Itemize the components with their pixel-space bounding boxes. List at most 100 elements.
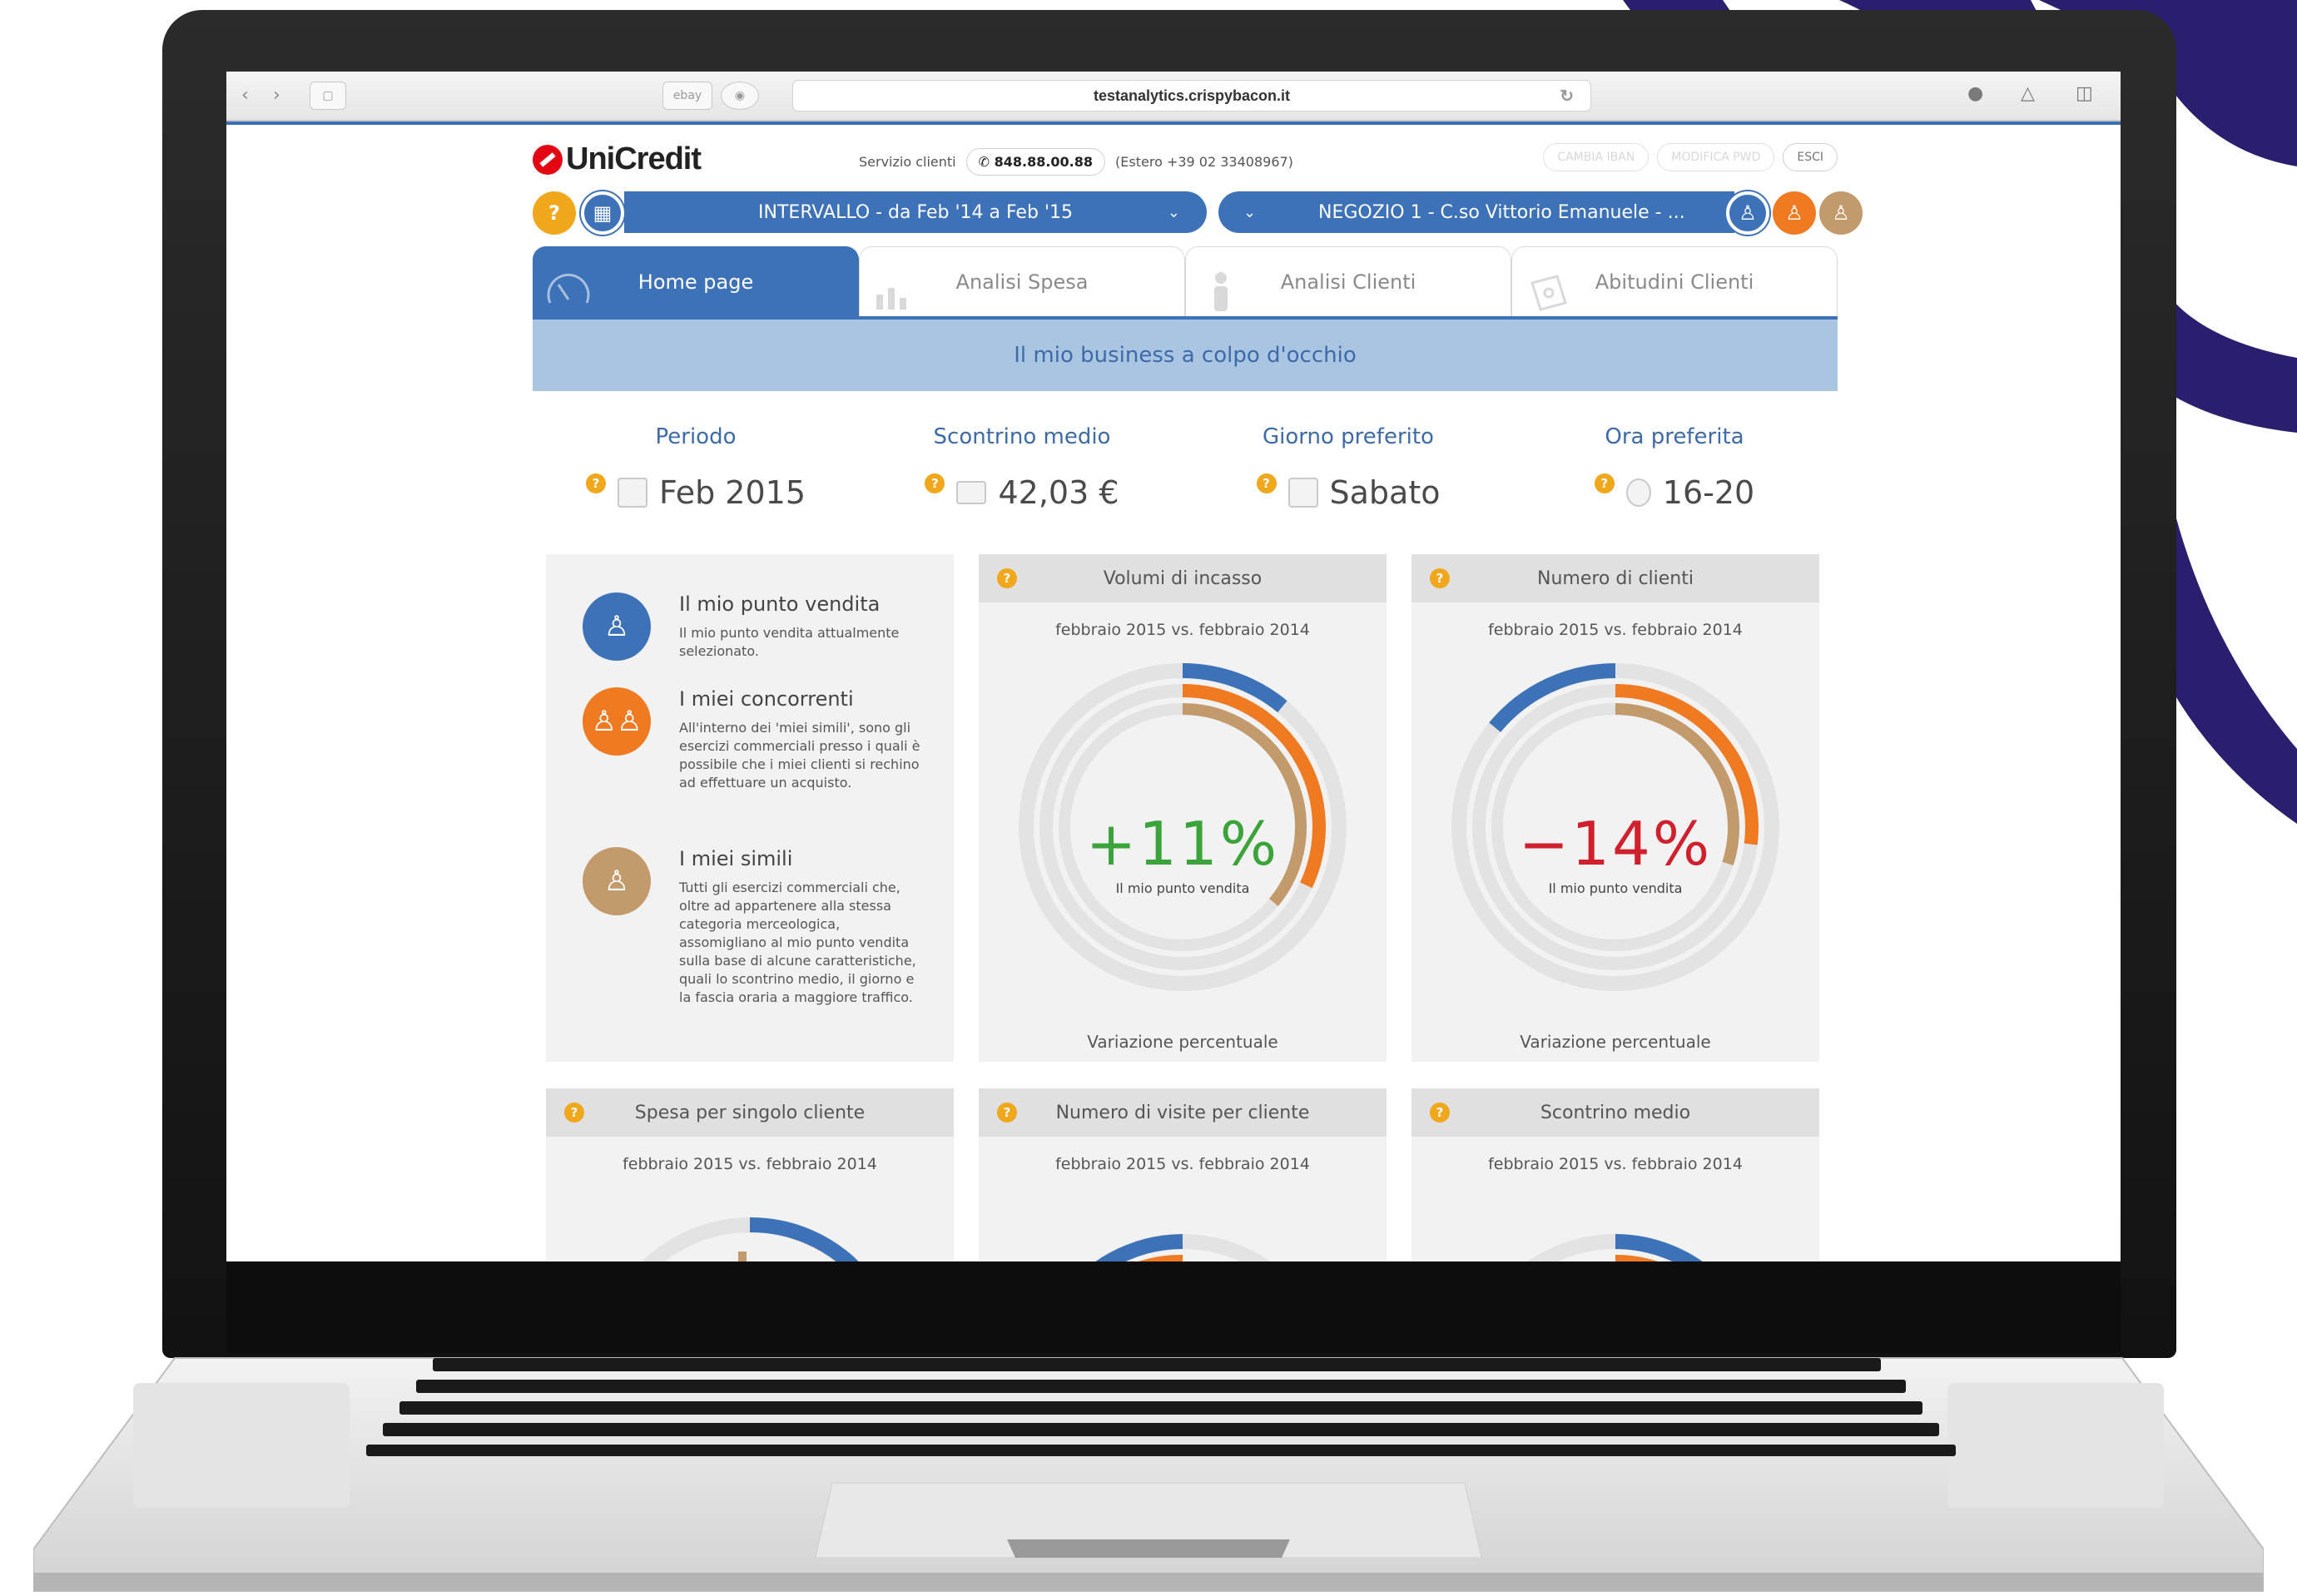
help-icon[interactable]: ? [997,568,1017,588]
help-icon[interactable]: ? [1430,1103,1450,1123]
kpi-row: Periodo ? Feb 2015 Scontrino medio ? 42,… [533,424,1838,511]
group-icon: ♙ [583,847,651,915]
chevron-down-icon: ⌄ [1167,203,1180,221]
customer-service: Servizio clienti ✆ 848.88.00.88 (Estero … [859,148,1293,176]
dashboard: UniCredit Servizio clienti ✆ 848.88.00.8… [533,133,1863,1261]
kpi-value: ? 16-20 [1511,473,1838,511]
download-icon[interactable]: ● [1967,83,1983,104]
interval-dropdown[interactable]: INTERVALLO - da Feb '14 a Feb '15 ⌄ [624,191,1207,233]
kpi-scontrino-medio: Scontrino medio ? 42,03 € [859,424,1185,511]
card-title: Spesa per singolo cliente [634,1102,866,1123]
logo-text: UniCredit [566,141,702,176]
help-icon[interactable]: ? [1256,473,1277,493]
card-title: Numero di visite per cliente [1055,1102,1310,1123]
key-row [366,1445,1956,1456]
card-header: ? Spesa per singolo cliente [546,1088,954,1137]
tab-home-page[interactable]: Home page [533,246,859,316]
bookmark-ebay[interactable]: ebay [662,82,712,110]
kpi-label: Giorno preferito [1263,424,1434,449]
address-bar[interactable]: testanalytics.crispybacon.it ↻ [792,80,1591,112]
legend-text: Tutti gli esercizi commerciali che, oltr… [679,880,916,1005]
tab-label: Abitudini Clienti [1595,270,1754,294]
my-store-toggle-icon[interactable]: ♙ [1726,191,1769,235]
sidebar-icon[interactable]: ▢ [310,82,346,110]
card-icon [956,481,987,504]
header-actions: CAMBIA IBAN MODIFICA PWD ESCI [1543,143,1838,171]
back-icon[interactable]: ‹ [241,85,249,106]
competitors-toggle-icon[interactable]: ♙ [1773,191,1816,235]
card-header: ? Volumi di incasso [979,554,1387,602]
phone-number: 848.88.00.88 [994,154,1094,170]
gauge-icon [547,273,590,304]
help-icon[interactable]: ? [925,473,945,493]
chevron-down-icon: ⌄ [1243,203,1257,221]
key-row [433,1358,1881,1371]
kpi-value: ? 42,03 € [859,473,1185,511]
laptop-chin [226,1261,2121,1353]
help-icon[interactable]: ? [1594,473,1615,493]
people-icon: ♙♙ [583,687,651,756]
kpi-value-text: Sabato [1329,474,1441,511]
card-title: Numero di clienti [1537,568,1694,589]
unicredit-logo[interactable]: UniCredit [533,141,702,177]
legend-card: ♙ Il mio punto vendita Il mio punto vend… [546,554,954,1062]
key-row [383,1423,1939,1436]
change-password-button[interactable]: MODIFICA PWD [1657,143,1775,171]
card-scontrino-medio: ? Scontrino medio febbraio 2015 vs. febb… [1411,1088,1819,1261]
store-dropdown[interactable]: ⌄ NEGOZIO 1 - C.so Vittorio Emanuele - .… [1218,191,1734,233]
service-label: Servizio clienti [859,154,956,170]
tab-analisi-spesa[interactable]: Analisi Spesa [859,246,1185,316]
calendar-icon[interactable]: ▦ [581,191,624,235]
card-footer: Variazione percentuale [1520,1032,1711,1052]
tab-bar: Home page Analisi Spesa Analisi Clienti … [533,246,1838,316]
clock-icon [1625,478,1651,507]
tabs-icon[interactable]: ◫ [2076,83,2093,104]
key-row [399,1401,1922,1415]
kpi-label: Periodo [655,424,737,449]
kpi-value-text: 16-20 [1662,474,1755,511]
filter-bar: ? ▦ INTERVALLO - da Feb '14 a Feb '15 ⌄ … [533,190,1863,241]
card-header: ? Scontrino medio [1411,1088,1819,1137]
similar-toggle-icon[interactable]: ♙ [1819,191,1863,235]
tab-abitudini-clienti[interactable]: Abitudini Clienti [1511,246,1838,316]
site-icon[interactable]: ◉ [721,82,759,110]
browser-window: ‹ › ▢ ebay ◉ testanalytics.crispybacon.i… [226,72,2121,1261]
kpi-periodo: Periodo ? Feb 2015 [533,424,859,511]
card-title: Volumi di incasso [1103,568,1263,589]
logout-button[interactable]: ESCI [1783,143,1838,171]
keyboard [358,1358,1964,1456]
kpi-giorno-preferito: Giorno preferito ? Sabato [1185,424,1511,511]
help-icon[interactable]: ? [997,1103,1017,1123]
legend-text: Il mio punto vendita attualmente selezio… [679,625,900,659]
card-subtitle: febbraio 2015 vs. febbraio 2014 [1055,621,1310,639]
change-iban-button[interactable]: CAMBIA IBAN [1543,143,1650,171]
card-subtitle: febbraio 2015 vs. febbraio 2014 [1488,621,1743,639]
share-icon[interactable]: △ [2021,83,2035,104]
reload-icon[interactable]: ↻ [1560,86,1574,107]
tab-label: Home page [638,270,754,294]
kpi-label: Ora preferita [1605,424,1744,449]
legend-text: All'interno dei 'miei simili', sono gli … [679,720,920,791]
legend-title: Il mio punto vendita [679,592,881,616]
legend-title: I miei concorrenti [679,687,854,711]
card-numero-clienti: ? Numero di clienti febbraio 2015 vs. fe… [1411,554,1819,1062]
kpi-ora-preferita: Ora preferita ? 16-20 [1511,424,1838,511]
browser-toolbar: ‹ › ▢ ebay ◉ testanalytics.crispybacon.i… [226,72,2121,121]
section-banner: Il mio business a colpo d'occhio [533,320,1838,391]
forward-icon[interactable]: › [273,85,280,106]
phone-pill[interactable]: ✆ 848.88.00.88 [965,148,1106,176]
toolbar-accent-line [226,121,2121,125]
tab-label: Analisi Spesa [955,270,1089,294]
help-button[interactable]: ? [533,191,576,235]
card-header: ? Numero di clienti [1411,554,1819,602]
abroad-number: (Estero +39 02 33408967) [1115,154,1293,170]
help-icon[interactable]: ? [585,473,606,493]
store-label: NEGOZIO 1 - C.so Vittorio Emanuele - ... [1318,201,1685,223]
kpi-value: ? Sabato [1185,473,1511,511]
change-value: −14% [1518,809,1713,879]
help-icon[interactable]: ? [564,1103,584,1123]
donut-chart-partial [1527,1234,1704,1261]
help-icon[interactable]: ? [1430,568,1450,588]
legend-title: I miei simili [679,847,793,870]
tab-analisi-clienti[interactable]: Analisi Clienti [1185,246,1511,316]
